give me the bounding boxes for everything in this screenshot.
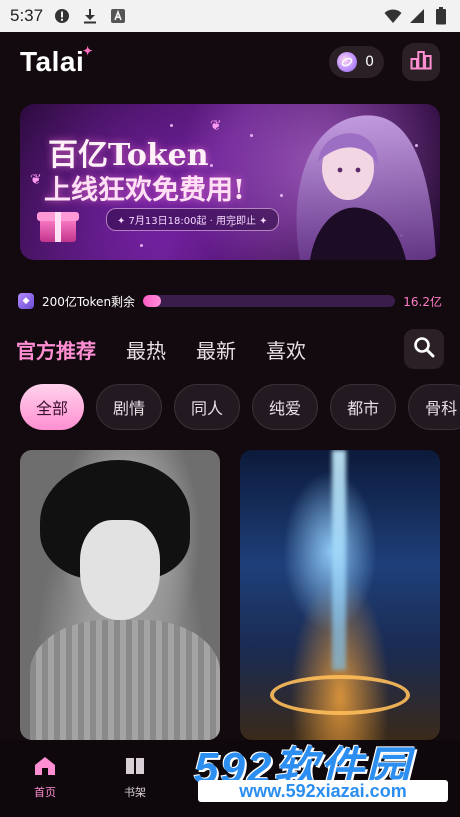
wifi-icon [384, 7, 402, 25]
download-icon [81, 7, 99, 25]
watermark: 592软件园 www.592xiazai.com [190, 732, 452, 804]
butterfly-icon: ❦ [210, 118, 222, 134]
font-icon [109, 7, 127, 25]
token-progress-row: ◆ 200亿Token剩余 16.2亿 [18, 290, 442, 312]
coin-icon [337, 52, 358, 72]
banner-character-image [260, 104, 440, 260]
search-icon [413, 336, 435, 362]
category-tabs: 官方推荐 最热 最新 喜欢 [16, 328, 444, 370]
sparkle-icon: ✦ [82, 44, 94, 58]
nav-bookshelf-label: 书架 [124, 786, 146, 799]
status-bar: 5:37 [0, 0, 460, 32]
token-progress-bar [143, 295, 396, 307]
token-balance[interactable]: 0 [329, 46, 384, 78]
token-progress-fill [143, 295, 161, 307]
tab-official[interactable]: 官方推荐 [16, 335, 96, 364]
ranking-button[interactable] [402, 43, 440, 81]
alert-icon [53, 7, 71, 25]
chip-sibling[interactable]: 骨科 [408, 384, 460, 430]
app-header: Talai ✦ 0 [0, 32, 460, 92]
token-total: 16.2亿 [403, 294, 442, 309]
butterfly-icon: ❦ [30, 172, 42, 188]
status-time: 5:37 [10, 6, 44, 25]
tab-hottest[interactable]: 最热 [126, 335, 166, 364]
chip-pure-love[interactable]: 纯爱 [252, 384, 319, 430]
chip-urban[interactable]: 都市 [330, 384, 397, 430]
story-card[interactable] [20, 450, 220, 740]
banner-subtitle: 上线狂欢免费用! [44, 175, 245, 206]
tab-newest[interactable]: 最新 [196, 335, 236, 364]
gift-icon [36, 204, 80, 244]
search-button[interactable] [404, 329, 444, 369]
tab-liked[interactable]: 喜欢 [266, 335, 306, 364]
story-card[interactable] [240, 450, 440, 740]
bookshelf-icon [124, 756, 146, 779]
card-portrait-image [80, 520, 160, 620]
card-fantasy-image [332, 450, 346, 670]
nav-home[interactable]: 首页 [0, 740, 90, 817]
gem-icon: ◆ [18, 293, 34, 309]
nav-bookshelf[interactable]: 书架 [90, 740, 180, 817]
chip-all[interactable]: 全部 [20, 384, 85, 430]
token-count: 0 [365, 54, 374, 70]
app-logo: Talai ✦ [20, 44, 93, 78]
watermark-url: www.592xiazai.com [198, 780, 448, 802]
ranking-icon [410, 50, 432, 74]
promo-banner[interactable]: ❦ ❦ 百亿Token 上线狂欢免费用! ✦ 7月13日18:00起 · 用完即… [20, 104, 440, 260]
token-remaining-label: 200亿Token剩余 [42, 294, 136, 309]
chip-fanfic[interactable]: 同人 [174, 384, 241, 430]
chip-plot[interactable]: 剧情 [96, 384, 163, 430]
banner-date: ✦ 7月13日18:00起 · 用完即止 ✦ [106, 208, 279, 231]
genre-filter-chips: 全部 剧情 同人 纯爱 都市 骨科 [20, 384, 460, 432]
battery-icon [432, 7, 450, 25]
logo-text: Talai [20, 46, 85, 77]
signal-icon [408, 7, 426, 25]
home-icon [34, 756, 56, 779]
nav-home-label: 首页 [34, 786, 56, 799]
